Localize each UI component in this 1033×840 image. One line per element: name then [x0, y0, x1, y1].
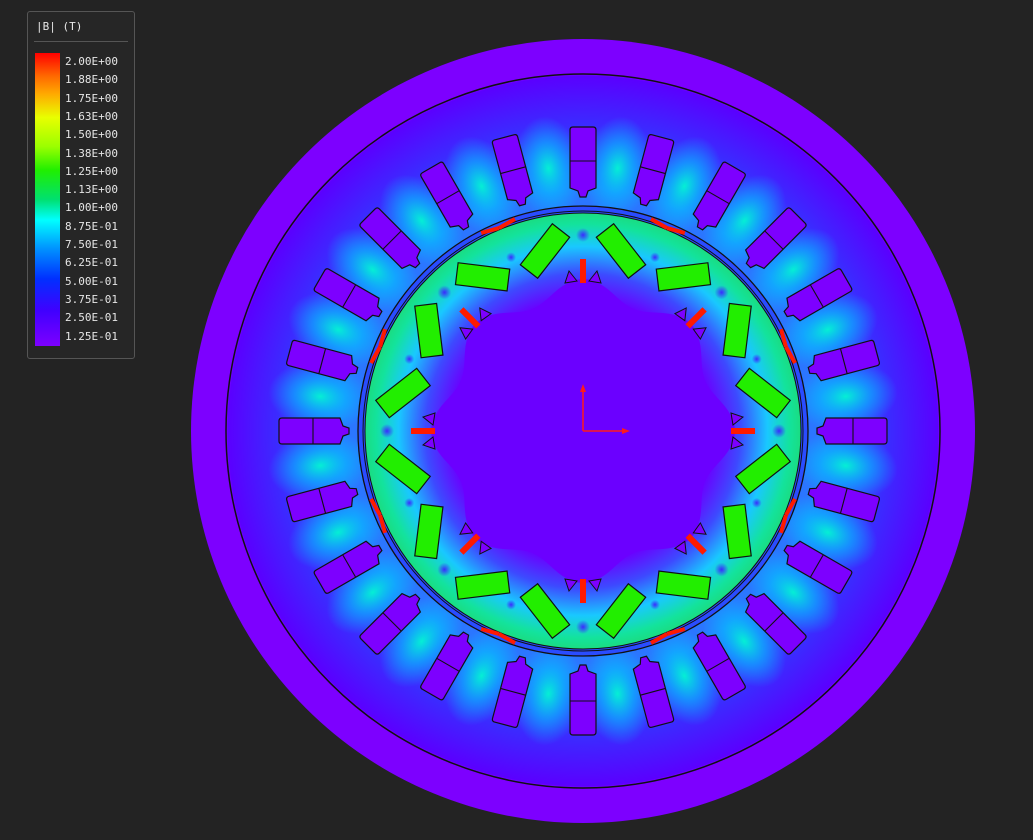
legend-label: 7.50E-01 [65, 238, 118, 251]
pole-bridge [731, 428, 755, 434]
pole-bridge [411, 428, 435, 434]
legend-label: 3.75E-01 [65, 292, 118, 306]
legend-label: 1.00E+00 [65, 201, 118, 215]
legend-label: 8.75E-01 [65, 219, 118, 233]
flux-hole [772, 424, 786, 438]
legend-title: |B| (T) [36, 20, 83, 33]
legend-label: 1.25E-01 [65, 329, 118, 343]
legend-divider [34, 41, 128, 42]
stator-slot [569, 126, 597, 198]
field-plot-viewport[interactable] [0, 0, 1033, 840]
flux-hole [380, 424, 394, 438]
legend-color-bar [35, 53, 60, 346]
legend-label: 1.63E+00 [65, 109, 118, 123]
legend-label: 5.00E-01 [65, 274, 118, 288]
legend-label: 2.00E+00 [65, 55, 118, 68]
flux-hole [576, 620, 590, 634]
stator-slot-body [816, 417, 888, 445]
stator-slot [569, 664, 597, 736]
legend-label: 2.50E-01 [65, 311, 118, 325]
legend-label: 1.38E+00 [65, 146, 118, 160]
flux-hole [576, 228, 590, 242]
stator-slot-body [569, 126, 597, 198]
legend-label: 1.88E+00 [65, 73, 118, 87]
legend-label: 1.13E+00 [65, 183, 118, 197]
legend-label: 1.25E+00 [65, 164, 118, 178]
color-legend[interactable]: |B| (T) 2.00E+00 1.88E+00 1.75E+00 1.63E+00… [27, 11, 135, 359]
legend-label: 6.25E-01 [65, 256, 118, 270]
stator-slot-body [278, 417, 350, 445]
pole-bridge [580, 579, 586, 603]
stator-slot-body [569, 664, 597, 736]
pole-bridge [580, 259, 586, 283]
stator-slot [278, 417, 350, 445]
stator-slot [816, 417, 888, 445]
legend-label: 1.50E+00 [65, 128, 118, 142]
legend-label: 1.75E+00 [65, 91, 118, 105]
